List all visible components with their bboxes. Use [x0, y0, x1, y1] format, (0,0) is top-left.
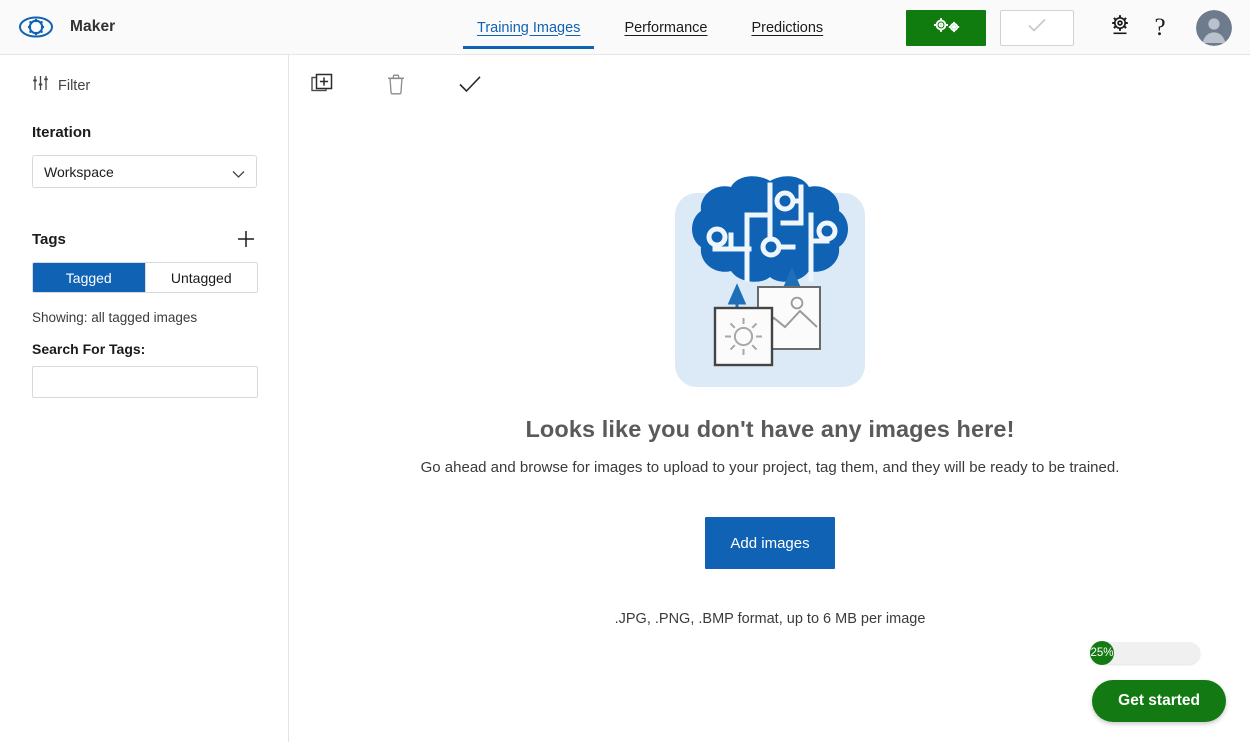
showing-status: Showing: all tagged images [32, 310, 198, 325]
iteration-select[interactable]: Workspace [32, 155, 257, 188]
iteration-select-value: Workspace [44, 163, 114, 180]
check-icon [1026, 17, 1048, 38]
tab-predictions-label: Predictions [751, 19, 824, 36]
delete-images-icon[interactable] [382, 70, 410, 98]
main-nav: Training Images Performance Predictions [455, 0, 845, 55]
double-gear-icon [929, 15, 963, 40]
toggle-tagged[interactable]: Tagged [33, 263, 145, 292]
toggle-untagged[interactable]: Untagged [144, 263, 257, 292]
eye-gear-logo-icon [18, 14, 54, 40]
settings-button[interactable] [1100, 8, 1140, 48]
tab-performance[interactable]: Performance [602, 0, 729, 55]
brand-title: Maker [70, 18, 116, 35]
onboarding-progress[interactable]: 25% [1090, 641, 1200, 665]
question-mark-icon: ? [1154, 14, 1166, 41]
gear-icon [1108, 12, 1132, 43]
save-check-button[interactable] [1000, 9, 1074, 46]
get-started-button[interactable]: Get started [1092, 680, 1226, 722]
search-tags-label: Search For Tags: [32, 341, 146, 357]
empty-state-title: Looks like you don't have any images her… [525, 416, 1015, 442]
select-all-icon[interactable] [456, 70, 484, 98]
main-content: Looks like you don't have any images her… [290, 55, 1250, 742]
images-toolbar [290, 55, 1250, 113]
filter-label: Filter [58, 77, 91, 94]
toggle-untagged-label: Untagged [170, 269, 232, 286]
brand: Maker [0, 14, 115, 40]
add-tag-button[interactable] [235, 228, 257, 250]
empty-state-subtitle: Go ahead and browse for images to upload… [420, 459, 1120, 476]
sidebar: Filter Iteration Workspace Tags Tagged U… [0, 55, 289, 742]
supported-formats-text: .JPG, .PNG, .BMP format, up to 6 MB per … [614, 611, 926, 627]
toggle-tagged-label: Tagged [65, 269, 112, 286]
header-actions: ? [906, 0, 1236, 55]
tags-filter-toggle: Tagged Untagged [32, 262, 258, 293]
iteration-title: Iteration [32, 124, 92, 141]
train-button[interactable] [906, 9, 986, 46]
iteration-select-wrap: Workspace [32, 155, 257, 188]
avatar[interactable] [1196, 9, 1232, 46]
progress-percent-badge: 25% [1090, 641, 1114, 665]
tab-performance-label: Performance [624, 19, 708, 36]
app-header: Maker Training Images Performance Predic… [0, 0, 1250, 55]
app-root: Maker Training Images Performance Predic… [0, 0, 1250, 742]
add-images-icon[interactable] [308, 70, 336, 98]
tags-title: Tags [32, 230, 66, 248]
empty-state: Looks like you don't have any images her… [290, 175, 1250, 627]
brain-upload-illustration-icon [675, 175, 865, 387]
filter-button[interactable]: Filter [32, 75, 256, 96]
search-tags-input[interactable] [32, 366, 258, 398]
help-button[interactable]: ? [1140, 8, 1180, 48]
tab-training-images-label: Training Images [477, 19, 581, 36]
add-images-button[interactable]: Add images [705, 517, 835, 569]
tab-training-images[interactable]: Training Images [455, 0, 602, 55]
tab-predictions[interactable]: Predictions [729, 0, 845, 55]
sliders-filter-icon [32, 75, 49, 96]
tags-header: Tags [32, 228, 257, 250]
